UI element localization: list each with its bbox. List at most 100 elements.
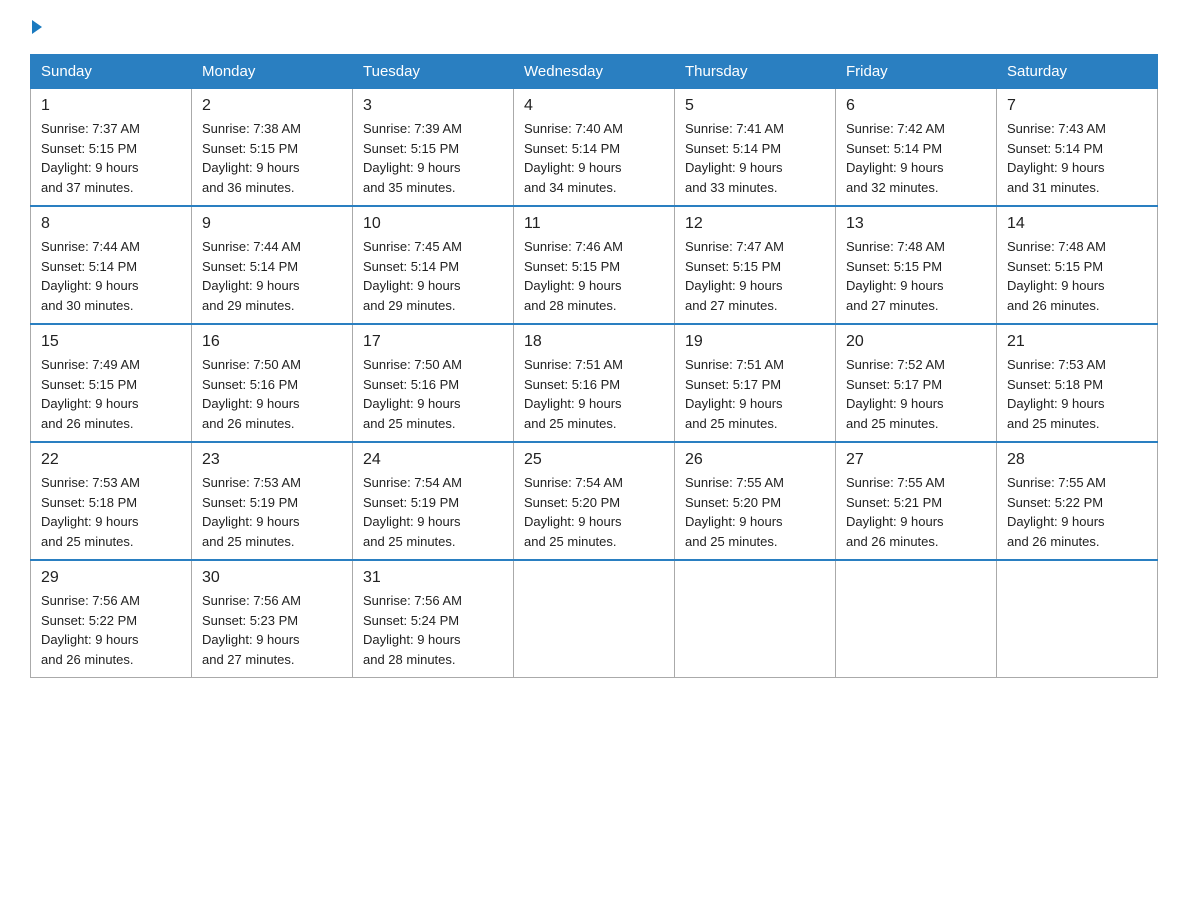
day-info: Sunrise: 7:52 AM Sunset: 5:17 PM Dayligh… (846, 355, 986, 433)
day-info: Sunrise: 7:43 AM Sunset: 5:14 PM Dayligh… (1007, 119, 1147, 197)
calendar-cell: 26 Sunrise: 7:55 AM Sunset: 5:20 PM Dayl… (675, 442, 836, 560)
header-day-monday: Monday (192, 55, 353, 89)
calendar-week-2: 8 Sunrise: 7:44 AM Sunset: 5:14 PM Dayli… (31, 206, 1158, 324)
calendar-cell: 7 Sunrise: 7:43 AM Sunset: 5:14 PM Dayli… (997, 89, 1158, 207)
day-number: 8 (41, 215, 181, 233)
day-info: Sunrise: 7:39 AM Sunset: 5:15 PM Dayligh… (363, 119, 503, 197)
day-number: 30 (202, 569, 342, 587)
day-info: Sunrise: 7:56 AM Sunset: 5:23 PM Dayligh… (202, 591, 342, 669)
day-info: Sunrise: 7:50 AM Sunset: 5:16 PM Dayligh… (363, 355, 503, 433)
header-day-thursday: Thursday (675, 55, 836, 89)
day-info: Sunrise: 7:51 AM Sunset: 5:17 PM Dayligh… (685, 355, 825, 433)
day-number: 13 (846, 215, 986, 233)
header-day-saturday: Saturday (997, 55, 1158, 89)
day-number: 23 (202, 451, 342, 469)
day-number: 20 (846, 333, 986, 351)
day-number: 18 (524, 333, 664, 351)
day-info: Sunrise: 7:47 AM Sunset: 5:15 PM Dayligh… (685, 237, 825, 315)
header-day-wednesday: Wednesday (514, 55, 675, 89)
header-day-friday: Friday (836, 55, 997, 89)
calendar-cell: 5 Sunrise: 7:41 AM Sunset: 5:14 PM Dayli… (675, 89, 836, 207)
calendar-cell: 20 Sunrise: 7:52 AM Sunset: 5:17 PM Dayl… (836, 324, 997, 442)
logo-text (30, 20, 44, 34)
calendar-cell: 8 Sunrise: 7:44 AM Sunset: 5:14 PM Dayli… (31, 206, 192, 324)
calendar-cell: 16 Sunrise: 7:50 AM Sunset: 5:16 PM Dayl… (192, 324, 353, 442)
day-info: Sunrise: 7:53 AM Sunset: 5:18 PM Dayligh… (41, 473, 181, 551)
calendar-cell: 12 Sunrise: 7:47 AM Sunset: 5:15 PM Dayl… (675, 206, 836, 324)
day-number: 11 (524, 215, 664, 233)
calendar-cell: 28 Sunrise: 7:55 AM Sunset: 5:22 PM Dayl… (997, 442, 1158, 560)
logo-arrow-icon (32, 20, 42, 34)
day-number: 6 (846, 97, 986, 115)
day-info: Sunrise: 7:37 AM Sunset: 5:15 PM Dayligh… (41, 119, 181, 197)
day-number: 29 (41, 569, 181, 587)
calendar-cell: 25 Sunrise: 7:54 AM Sunset: 5:20 PM Dayl… (514, 442, 675, 560)
day-info: Sunrise: 7:41 AM Sunset: 5:14 PM Dayligh… (685, 119, 825, 197)
calendar-cell: 17 Sunrise: 7:50 AM Sunset: 5:16 PM Dayl… (353, 324, 514, 442)
day-number: 31 (363, 569, 503, 587)
day-number: 9 (202, 215, 342, 233)
calendar-cell: 14 Sunrise: 7:48 AM Sunset: 5:15 PM Dayl… (997, 206, 1158, 324)
calendar-cell (675, 560, 836, 678)
day-number: 4 (524, 97, 664, 115)
day-number: 26 (685, 451, 825, 469)
calendar-cell: 4 Sunrise: 7:40 AM Sunset: 5:14 PM Dayli… (514, 89, 675, 207)
calendar-week-5: 29 Sunrise: 7:56 AM Sunset: 5:22 PM Dayl… (31, 560, 1158, 678)
day-info: Sunrise: 7:45 AM Sunset: 5:14 PM Dayligh… (363, 237, 503, 315)
day-info: Sunrise: 7:40 AM Sunset: 5:14 PM Dayligh… (524, 119, 664, 197)
day-info: Sunrise: 7:49 AM Sunset: 5:15 PM Dayligh… (41, 355, 181, 433)
calendar-cell: 24 Sunrise: 7:54 AM Sunset: 5:19 PM Dayl… (353, 442, 514, 560)
day-info: Sunrise: 7:53 AM Sunset: 5:18 PM Dayligh… (1007, 355, 1147, 433)
calendar-table: SundayMondayTuesdayWednesdayThursdayFrid… (30, 54, 1158, 678)
calendar-week-4: 22 Sunrise: 7:53 AM Sunset: 5:18 PM Dayl… (31, 442, 1158, 560)
day-info: Sunrise: 7:48 AM Sunset: 5:15 PM Dayligh… (846, 237, 986, 315)
day-number: 2 (202, 97, 342, 115)
calendar-cell: 1 Sunrise: 7:37 AM Sunset: 5:15 PM Dayli… (31, 89, 192, 207)
day-info: Sunrise: 7:56 AM Sunset: 5:22 PM Dayligh… (41, 591, 181, 669)
calendar-cell (514, 560, 675, 678)
calendar-cell: 10 Sunrise: 7:45 AM Sunset: 5:14 PM Dayl… (353, 206, 514, 324)
calendar-cell: 22 Sunrise: 7:53 AM Sunset: 5:18 PM Dayl… (31, 442, 192, 560)
header-day-tuesday: Tuesday (353, 55, 514, 89)
calendar-cell: 13 Sunrise: 7:48 AM Sunset: 5:15 PM Dayl… (836, 206, 997, 324)
day-number: 10 (363, 215, 503, 233)
logo (30, 20, 44, 34)
calendar-cell: 29 Sunrise: 7:56 AM Sunset: 5:22 PM Dayl… (31, 560, 192, 678)
calendar-cell: 23 Sunrise: 7:53 AM Sunset: 5:19 PM Dayl… (192, 442, 353, 560)
calendar-cell: 15 Sunrise: 7:49 AM Sunset: 5:15 PM Dayl… (31, 324, 192, 442)
day-number: 5 (685, 97, 825, 115)
calendar-cell: 21 Sunrise: 7:53 AM Sunset: 5:18 PM Dayl… (997, 324, 1158, 442)
day-info: Sunrise: 7:38 AM Sunset: 5:15 PM Dayligh… (202, 119, 342, 197)
calendar-cell (997, 560, 1158, 678)
day-info: Sunrise: 7:56 AM Sunset: 5:24 PM Dayligh… (363, 591, 503, 669)
day-info: Sunrise: 7:55 AM Sunset: 5:21 PM Dayligh… (846, 473, 986, 551)
day-number: 3 (363, 97, 503, 115)
day-number: 7 (1007, 97, 1147, 115)
day-number: 14 (1007, 215, 1147, 233)
header-day-sunday: Sunday (31, 55, 192, 89)
day-info: Sunrise: 7:44 AM Sunset: 5:14 PM Dayligh… (202, 237, 342, 315)
day-number: 25 (524, 451, 664, 469)
day-info: Sunrise: 7:42 AM Sunset: 5:14 PM Dayligh… (846, 119, 986, 197)
calendar-cell: 11 Sunrise: 7:46 AM Sunset: 5:15 PM Dayl… (514, 206, 675, 324)
day-info: Sunrise: 7:48 AM Sunset: 5:15 PM Dayligh… (1007, 237, 1147, 315)
day-number: 1 (41, 97, 181, 115)
day-info: Sunrise: 7:51 AM Sunset: 5:16 PM Dayligh… (524, 355, 664, 433)
calendar-cell: 18 Sunrise: 7:51 AM Sunset: 5:16 PM Dayl… (514, 324, 675, 442)
calendar-cell: 2 Sunrise: 7:38 AM Sunset: 5:15 PM Dayli… (192, 89, 353, 207)
calendar-cell: 31 Sunrise: 7:56 AM Sunset: 5:24 PM Dayl… (353, 560, 514, 678)
calendar-cell: 30 Sunrise: 7:56 AM Sunset: 5:23 PM Dayl… (192, 560, 353, 678)
day-number: 12 (685, 215, 825, 233)
day-info: Sunrise: 7:55 AM Sunset: 5:20 PM Dayligh… (685, 473, 825, 551)
day-info: Sunrise: 7:50 AM Sunset: 5:16 PM Dayligh… (202, 355, 342, 433)
day-info: Sunrise: 7:44 AM Sunset: 5:14 PM Dayligh… (41, 237, 181, 315)
day-number: 22 (41, 451, 181, 469)
day-number: 21 (1007, 333, 1147, 351)
calendar-week-3: 15 Sunrise: 7:49 AM Sunset: 5:15 PM Dayl… (31, 324, 1158, 442)
day-number: 27 (846, 451, 986, 469)
day-number: 15 (41, 333, 181, 351)
day-info: Sunrise: 7:46 AM Sunset: 5:15 PM Dayligh… (524, 237, 664, 315)
day-number: 24 (363, 451, 503, 469)
calendar-cell: 19 Sunrise: 7:51 AM Sunset: 5:17 PM Dayl… (675, 324, 836, 442)
day-number: 17 (363, 333, 503, 351)
